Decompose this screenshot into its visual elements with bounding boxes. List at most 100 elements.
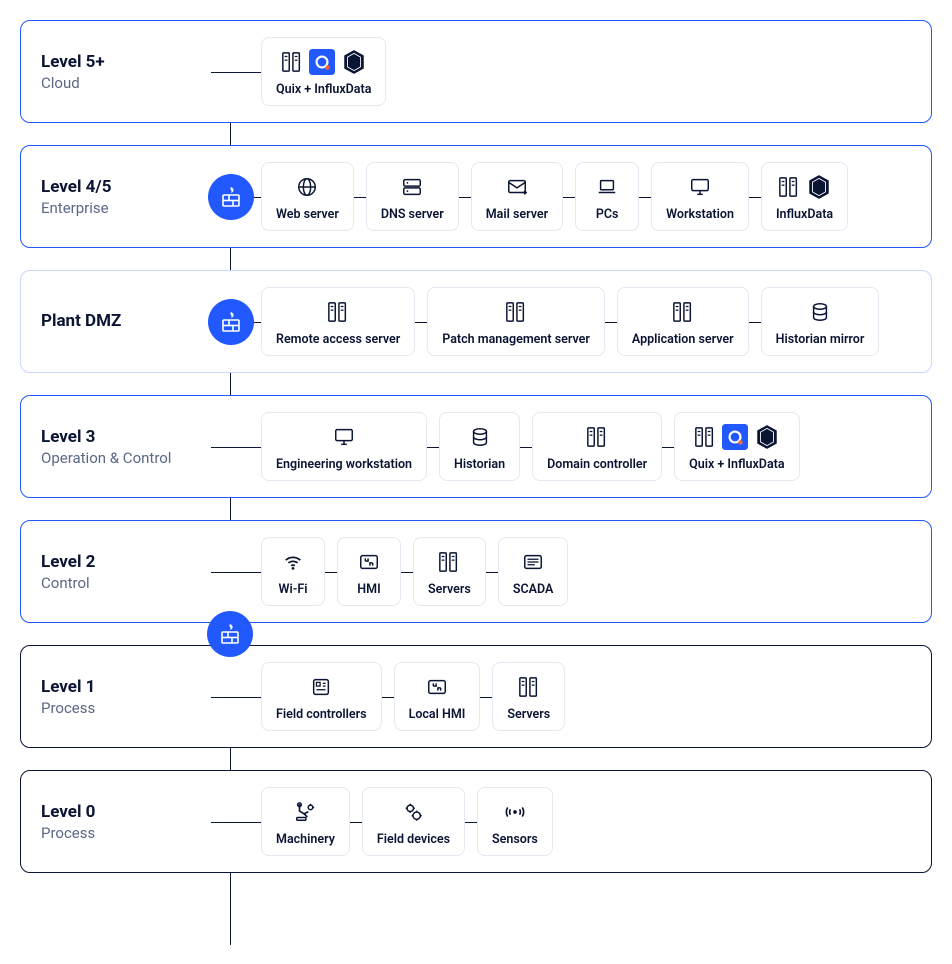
node-icon-row bbox=[401, 173, 423, 201]
rack-icon bbox=[438, 551, 460, 573]
node-label: Remote access server bbox=[276, 332, 400, 347]
pcs-node: PCs bbox=[575, 162, 639, 231]
rack-icon bbox=[327, 301, 349, 323]
node-label: SCADA bbox=[513, 582, 554, 597]
node-label: Wi-Fi bbox=[279, 582, 308, 597]
node-icon-row bbox=[506, 173, 528, 201]
servers-node: Servers bbox=[413, 537, 486, 606]
node-label: Domain controller bbox=[547, 457, 647, 472]
node-label: HMI bbox=[357, 582, 380, 597]
remote-access-node: Remote access server bbox=[261, 287, 415, 356]
node-icon-row bbox=[469, 423, 491, 451]
influx-icon bbox=[341, 49, 367, 75]
application-server-node: Application server bbox=[617, 287, 749, 356]
local-hmi-node: Local HMI bbox=[394, 662, 481, 731]
nodes-row: MachineryField devicesSensors bbox=[261, 787, 553, 856]
robot-icon bbox=[294, 801, 316, 823]
node-label: PCs bbox=[596, 207, 619, 222]
level-label: Level 4/5 Enterprise bbox=[41, 177, 211, 217]
firewall-badge bbox=[208, 174, 254, 220]
node-icon-row bbox=[438, 548, 460, 576]
rack-icon bbox=[694, 426, 716, 448]
influx-icon bbox=[754, 424, 780, 450]
node-label: Workstation bbox=[666, 207, 734, 222]
sensors-node: Sensors bbox=[477, 787, 553, 856]
nodes-row: Quix + InfluxData bbox=[261, 37, 386, 106]
level-level45: Level 4/5 Enterprise Web server DNS server M… bbox=[20, 145, 932, 248]
level-title: Level 4/5 bbox=[41, 177, 211, 197]
nodes-row: Wi-Fi HMI Servers SCADA bbox=[261, 537, 568, 606]
node-icon-row bbox=[281, 48, 367, 76]
node-icon-row bbox=[778, 173, 832, 201]
node-icon-row bbox=[358, 548, 380, 576]
node-icon-row bbox=[296, 173, 318, 201]
rack-icon bbox=[281, 51, 303, 73]
level-title: Level 3 bbox=[41, 427, 211, 447]
node-label: Sensors bbox=[492, 832, 538, 847]
level-label: Level 0Process bbox=[41, 802, 211, 842]
servers-node-2: Servers bbox=[492, 662, 565, 731]
node-label: Application server bbox=[632, 332, 734, 347]
domain-controller-node: Domain controller bbox=[532, 412, 662, 481]
level-subtitle: Operation & Control bbox=[41, 449, 211, 467]
hmi-icon bbox=[426, 676, 448, 698]
node-icon-row bbox=[294, 798, 316, 826]
wifi-node: Wi-Fi bbox=[261, 537, 325, 606]
node-icon-row bbox=[504, 798, 526, 826]
node-label: Historian bbox=[454, 457, 505, 472]
web-server-node: Web server bbox=[261, 162, 354, 231]
level-level1: Level 1 Process Field controllers Local HMI… bbox=[20, 645, 932, 748]
globe-icon bbox=[296, 176, 318, 198]
level-level2: Level 2Control Wi-Fi HMI Servers SCADA bbox=[20, 520, 932, 623]
level-subtitle: Enterprise bbox=[41, 199, 211, 217]
dns-server-node: DNS server bbox=[366, 162, 459, 231]
nodes-row: Web server DNS server Mail server PCs Workst… bbox=[261, 162, 848, 231]
node-label: Machinery bbox=[276, 832, 335, 847]
node-icon-row bbox=[809, 298, 831, 326]
level-subtitle: Process bbox=[41, 699, 211, 717]
scada-icon bbox=[522, 551, 544, 573]
quix-influxdata-node-2: Quix + InfluxData bbox=[674, 412, 799, 481]
nodes-row: Engineering workstation Historian Domain c… bbox=[261, 412, 800, 481]
nodes-row: Field controllers Local HMI Servers bbox=[261, 662, 565, 731]
node-label: Local HMI bbox=[409, 707, 466, 722]
patch-mgmt-node: Patch management server bbox=[427, 287, 605, 356]
rack-icon bbox=[518, 676, 540, 698]
level-label: Level 2Control bbox=[41, 552, 211, 592]
purdue-model-diagram: Level 5+ Cloud Quix + InfluxData Level 4/5 E… bbox=[20, 20, 932, 873]
hmi-icon bbox=[358, 551, 380, 573]
level-title: Level 2 bbox=[41, 552, 211, 572]
node-label: DNS server bbox=[381, 207, 444, 222]
node-label: Engineering workstation bbox=[276, 457, 412, 472]
node-label: Patch management server bbox=[442, 332, 590, 347]
level-label: Level 3 Operation & Control bbox=[41, 427, 211, 467]
level-label: Plant DMZ bbox=[41, 311, 211, 333]
level-title: Level 1 bbox=[41, 677, 211, 697]
influx-icon bbox=[806, 174, 832, 200]
node-icon-row bbox=[327, 298, 349, 326]
nodes-row: Remote access server Patch management ser… bbox=[261, 287, 879, 356]
workstation-node: Workstation bbox=[651, 162, 749, 231]
node-icon-row bbox=[689, 173, 711, 201]
level-level5plus: Level 5+ Cloud Quix + InfluxData bbox=[20, 20, 932, 123]
mail-server-node: Mail server bbox=[471, 162, 563, 231]
field-controllers-node: Field controllers bbox=[261, 662, 382, 731]
eng-workstation-node: Engineering workstation bbox=[261, 412, 427, 481]
node-label: Servers bbox=[428, 582, 471, 597]
node-icon-row bbox=[333, 423, 355, 451]
level-subtitle: Cloud bbox=[41, 74, 211, 92]
level-title: Level 5+ bbox=[41, 52, 211, 72]
historian-mirror-node: Historian mirror bbox=[761, 287, 880, 356]
db-icon bbox=[809, 301, 831, 323]
sensor-icon bbox=[504, 801, 526, 823]
wifi-icon bbox=[282, 551, 304, 573]
node-label: Servers bbox=[507, 707, 550, 722]
firewall-badge-between bbox=[207, 611, 253, 657]
quix-influxdata-node: Quix + InfluxData bbox=[261, 37, 386, 106]
node-label: Quix + InfluxData bbox=[276, 82, 371, 97]
gear-icon bbox=[402, 801, 424, 823]
node-icon-row bbox=[505, 298, 527, 326]
level-level3: Level 3 Operation & Control Engineering wo… bbox=[20, 395, 932, 498]
node-icon-row bbox=[694, 423, 780, 451]
level-label: Level 5+ Cloud bbox=[41, 52, 211, 92]
